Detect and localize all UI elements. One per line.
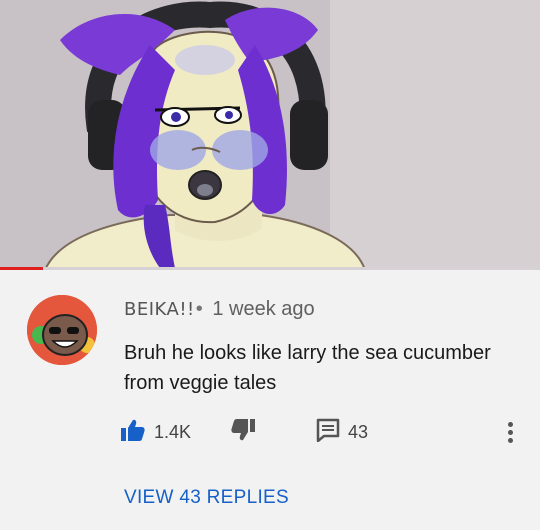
reply-button[interactable]: 43 [316, 418, 368, 447]
dislike-button[interactable] [230, 418, 256, 447]
comment-actions: 1.4K 43 [120, 418, 530, 446]
view-replies-link[interactable]: VIEW 43 REPLIES [124, 487, 289, 509]
avatar-image [27, 295, 97, 365]
like-button[interactable]: 1.4K [120, 418, 191, 447]
comment-text: Bruh he looks like larry the sea cucumbe… [124, 342, 491, 394]
reply-count: 43 [348, 422, 369, 442]
comment-author[interactable]: BEIKA!! [124, 299, 195, 320]
comment-meta: BEIKA!!• 1 week ago [124, 298, 315, 321]
thumb-up-icon [120, 418, 146, 447]
meta-separator: • [195, 298, 203, 320]
avatar[interactable] [27, 295, 97, 365]
comment-timestamp[interactable]: 1 week ago [212, 298, 314, 320]
more-vertical-icon [507, 421, 513, 427]
video-drawing [0, 0, 540, 270]
video-frame[interactable] [0, 0, 540, 270]
comment-icon [316, 418, 340, 447]
like-count: 1.4K [154, 422, 192, 442]
thumb-down-icon [230, 418, 256, 447]
more-options-button[interactable] [502, 418, 518, 446]
comment: BEIKA!!• 1 week ago Bruh he looks like l… [0, 270, 540, 530]
